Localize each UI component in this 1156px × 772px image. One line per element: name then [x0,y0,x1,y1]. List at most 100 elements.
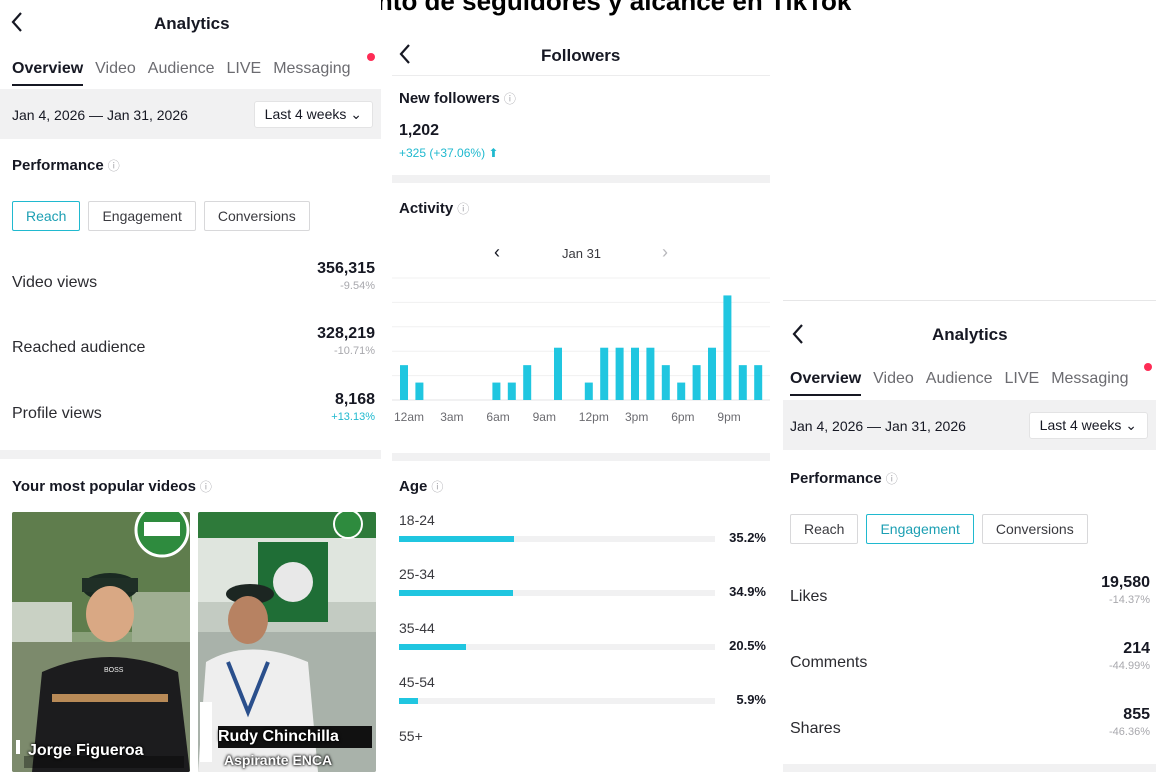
activity-bar-3pm[interactable] [631,347,639,400]
x-tick-label: 12am [394,410,425,424]
metric-change: -9.54% [340,280,375,292]
info-icon[interactable]: ⓘ [886,472,898,486]
activity-bar-7am[interactable] [507,382,516,400]
date-range-label: Jan 4, 2026 — Jan 31, 2026 [790,418,966,434]
analytics-engagement-panel: Analytics Overview Video Audience LIVE M… [783,300,1156,772]
metric-comments: Comments 214 -44.99% [790,638,1150,686]
panel-top-border [783,300,1156,301]
activity-title: Activity [399,200,454,217]
performance-heading: Performance ⓘ [12,157,120,174]
back-button[interactable] [791,322,805,350]
metric-value: 328,219 [317,325,375,342]
tab-overview[interactable]: Overview [12,60,84,86]
screen-title: Analytics [154,14,230,33]
activity-bar-10am[interactable] [554,347,562,400]
info-icon[interactable]: ⓘ [108,159,120,173]
chip-conversions[interactable]: Conversions [203,201,310,231]
x-tick-label: 3am [440,410,464,424]
svg-text:BOSS: BOSS [104,667,124,674]
metric-video-views: Video views 356,315 -9.54% [12,258,375,306]
x-tick-label: 3pm [625,410,649,424]
age-bar-fill [399,698,419,704]
followers-panel: Followers New followers ⓘ 1,202 +325 (+37… [392,30,770,772]
activity-bar-12pm[interactable] [584,382,593,400]
tab-video[interactable]: Video [873,370,914,388]
header-divider [392,75,770,76]
new-followers-delta: +325 (+37.06%) ⬆ [399,146,499,160]
date-range-bar: Jan 4, 2026 — Jan 31, 2026 Last 4 weeks … [0,89,381,139]
next-day-button[interactable]: › [662,242,668,263]
tab-bar: Overview Video Audience LIVE Messaging [12,60,363,86]
back-button[interactable] [10,10,24,38]
activity-bar-9pm[interactable] [723,295,732,400]
performance-heading: Performance ⓘ [790,470,898,487]
chip-engagement[interactable]: Engagement [866,514,974,544]
metric-shares: Shares 855 -46.36% [790,704,1150,752]
tab-audience[interactable]: Audience [926,370,993,388]
performance-title: Performance [790,470,882,487]
section-divider [392,175,770,183]
tab-messaging[interactable]: Messaging [1051,370,1128,388]
prev-day-button[interactable]: ‹ [494,242,500,263]
metric-chips: Reach Engagement Conversions [12,201,310,231]
chip-engagement[interactable]: Engagement [88,201,196,231]
period-dropdown[interactable]: Last 4 weeks ⌄ [253,101,373,128]
metric-label: Comments [790,654,868,671]
metric-reached-audience: Reached audience 328,219 -10.71% [12,323,375,371]
tab-bar: Overview Video Audience LIVE Messaging [790,370,1141,396]
tab-live[interactable]: LIVE [1005,370,1040,388]
metric-profile-views: Profile views 8,168 +13.13% [12,389,375,437]
activity-bar-6am[interactable] [492,382,501,400]
info-icon[interactable]: ⓘ [457,202,469,216]
metric-change: +13.13% [331,411,375,423]
x-tick-label: 9pm [717,410,741,424]
metric-value: 855 [1123,706,1150,723]
activity-bar-7pm[interactable] [692,365,701,400]
video-caption: Rudy Chinchilla [218,728,339,745]
activity-bar-6pm[interactable] [677,382,686,400]
chip-reach[interactable]: Reach [790,514,859,544]
info-icon[interactable]: ⓘ [431,480,443,494]
chevron-left-icon [792,324,803,344]
activity-bar-1am[interactable] [415,382,424,400]
info-icon[interactable]: ⓘ [504,92,516,106]
notification-dot [367,53,375,61]
metric-change: -44.99% [1109,660,1150,672]
metric-value: 214 [1123,640,1150,657]
activity-bar-8am[interactable] [523,365,532,400]
activity-bar-8pm[interactable] [708,347,716,400]
x-tick-label: 6am [486,410,510,424]
age-bar-track [399,536,715,542]
activity-bar-5pm[interactable] [661,365,670,400]
tab-audience[interactable]: Audience [148,60,215,78]
metric-value: 8,168 [334,391,375,408]
period-dropdown[interactable]: Last 4 weeks ⌄ [1028,412,1148,439]
activity-bar-2pm[interactable] [615,347,624,400]
chevron-left-icon [399,44,410,64]
metric-likes: Likes 19,580 -14.37% [790,572,1150,620]
tab-live[interactable]: LIVE [227,60,262,78]
chip-conversions[interactable]: Conversions [981,514,1088,544]
back-button[interactable] [398,42,412,70]
metric-change: -46.36% [1109,726,1150,738]
chip-reach[interactable]: Reach [12,201,81,231]
age-bar-track [399,698,715,704]
chevron-left-icon [11,12,22,32]
tab-messaging[interactable]: Messaging [273,60,350,78]
info-icon[interactable]: ⓘ [200,480,212,494]
tab-overview[interactable]: Overview [790,370,862,396]
activity-bar-10pm[interactable] [738,365,747,400]
activity-bar-11pm[interactable] [754,365,763,400]
metric-value: 356,315 [317,260,375,277]
popular-videos-title: Your most popular videos [12,478,196,495]
video-thumbnail-2[interactable]: Rudy Chinchilla Aspirante ENCA [198,512,376,772]
activity-heading: Activity ⓘ [399,200,469,217]
activity-bar-1pm[interactable] [600,347,609,400]
screen-title: Followers [541,46,621,65]
tab-video[interactable]: Video [95,60,136,78]
activity-bar-4pm[interactable] [646,347,655,400]
activity-bar-12am[interactable] [400,365,408,400]
age-group-label: 45-54 [399,674,435,690]
analytics-reach-panel: Analytics Overview Video Audience LIVE M… [0,0,381,772]
video-thumbnail-1[interactable]: BOSS Jorge Figueroa [12,512,190,772]
